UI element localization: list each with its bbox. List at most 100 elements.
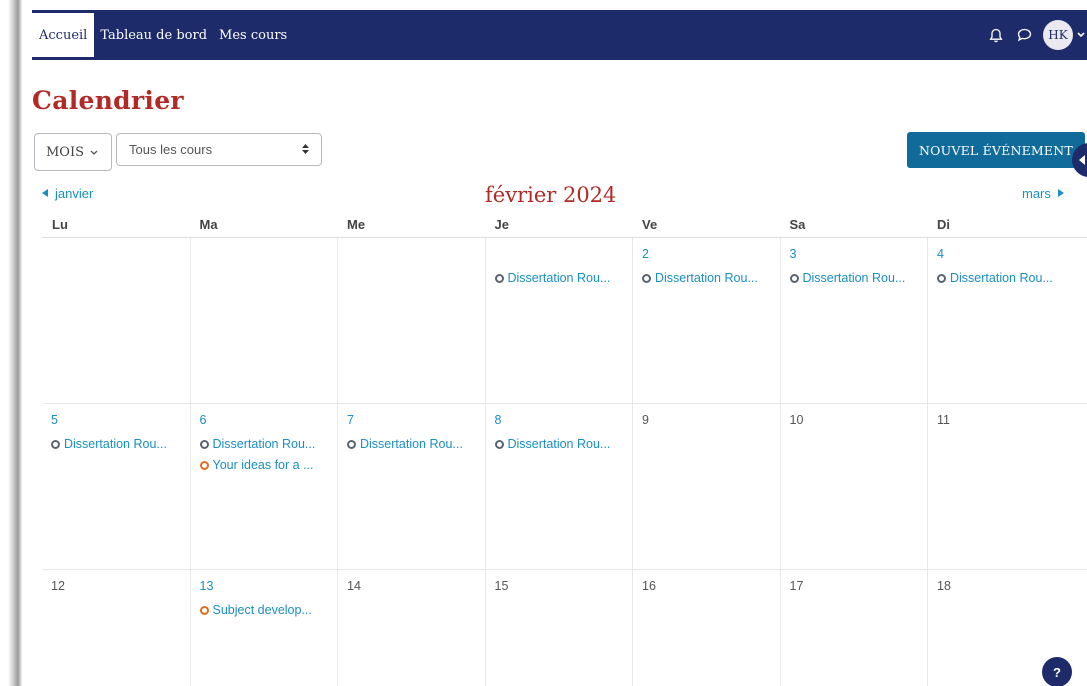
calendar-day[interactable] — [42, 238, 190, 403]
event-dot-icon — [789, 273, 799, 283]
day-number: 11 — [937, 413, 950, 427]
event-label: Subject develop... — [212, 603, 312, 617]
day-number[interactable]: 2 — [642, 247, 772, 264]
new-event-button[interactable]: NOUVEL ÉVÉNEMENT — [907, 132, 1085, 168]
weekday-label: Ma — [199, 217, 218, 232]
chevron-down-icon — [90, 145, 98, 160]
calendar-day[interactable]: 4 Dissertation Rou... — [927, 238, 1075, 403]
chevron-down-icon[interactable] — [1077, 30, 1085, 41]
event-label: Dissertation Rou... — [507, 271, 611, 285]
calendar-day[interactable]: Dissertation Rou... — [484, 238, 633, 403]
month-calendar: Lu Ma Me Je Ve Sa Di Dissertation Rou...… — [42, 211, 1087, 686]
day-number — [200, 247, 330, 264]
navbar-actions: HK — [987, 20, 1087, 50]
month-title: février 2024 — [485, 183, 617, 207]
calendar-day[interactable]: 6 Dissertation Rou... Your ideas for a ... — [189, 404, 338, 569]
next-month-link[interactable]: mars — [1022, 186, 1064, 201]
calendar-day[interactable] — [189, 238, 338, 403]
calendar-event[interactable]: Dissertation Rou... — [199, 437, 330, 451]
bell-icon[interactable] — [987, 26, 1005, 44]
calendar-week: 5 Dissertation Rou... 6 Dissertation Rou...… — [42, 404, 1087, 570]
prev-month-label: janvier — [55, 186, 94, 201]
day-number: 14 — [347, 579, 361, 593]
calendar-event[interactable]: Subject develop... — [199, 603, 330, 617]
triangle-left-icon — [42, 188, 48, 199]
calendar-week: 12 13 Subject develop... 14 15 16 17 18 — [42, 570, 1087, 686]
calendar-day[interactable]: 9 — [632, 404, 780, 569]
calendar-day[interactable]: 13 Subject develop... — [189, 570, 338, 686]
event-dot-icon — [494, 439, 504, 449]
calendar-day[interactable]: 16 — [632, 570, 780, 686]
window-edge — [0, 0, 22, 686]
day-number[interactable]: 7 — [347, 413, 477, 430]
navbar: Accueil Tableau de bord Mes cours HK — [32, 10, 1087, 60]
event-dot-icon — [494, 273, 504, 283]
day-number[interactable] — [495, 247, 625, 264]
nav-link-accueil[interactable]: Accueil — [32, 13, 95, 57]
calendar-event[interactable]: Dissertation Rou... — [937, 271, 1067, 285]
day-number[interactable]: 8 — [495, 413, 625, 430]
day-number: 15 — [494, 579, 509, 593]
calendar-event[interactable]: Dissertation Rou... — [494, 437, 625, 451]
user-avatar[interactable]: HK — [1043, 20, 1073, 50]
event-label: Your ideas for a ... — [212, 458, 314, 472]
triangle-right-icon — [1057, 188, 1064, 199]
day-number[interactable]: 3 — [790, 247, 920, 264]
day-number[interactable]: 4 — [937, 247, 1067, 264]
weekday-header: Lu Ma Me Je Ve Sa Di — [42, 211, 1087, 238]
calendar-day[interactable]: 2 Dissertation Rou... — [632, 238, 780, 403]
view-select[interactable]: MOIS — [34, 133, 112, 171]
course-select[interactable]: Tous les cours — [116, 133, 322, 166]
calendar-day[interactable]: 7 Dissertation Rou... — [337, 404, 485, 569]
calendar-event[interactable]: Dissertation Rou... — [51, 437, 182, 451]
weekday-label: Ve — [642, 217, 658, 232]
event-label: Dissertation Rou... — [950, 271, 1053, 285]
day-number[interactable]: 5 — [51, 413, 182, 430]
top-margin — [22, 0, 1087, 10]
day-number: 10 — [789, 413, 804, 427]
day-number[interactable]: 13 — [200, 579, 330, 596]
weekday-label: Di — [937, 217, 950, 232]
day-number — [347, 247, 477, 264]
weekday-label: Je — [494, 217, 509, 232]
day-number[interactable]: 6 — [200, 413, 330, 430]
weekday-label: Me — [347, 217, 366, 232]
event-label: Dissertation Rou... — [507, 437, 611, 451]
day-number: 17 — [789, 579, 804, 593]
calendar-day[interactable]: 10 — [779, 404, 928, 569]
event-dot-icon — [199, 439, 209, 449]
calendar-day[interactable]: 5 Dissertation Rou... — [42, 404, 190, 569]
event-dot-icon — [51, 439, 60, 449]
calendar-event[interactable]: Dissertation Rou... — [494, 271, 625, 285]
event-dot-icon — [347, 439, 356, 449]
weekday-label: Sa — [789, 217, 806, 232]
calendar-event[interactable]: Your ideas for a ... — [199, 458, 330, 472]
calendar-day[interactable]: 12 — [42, 570, 190, 686]
event-dot-icon — [642, 273, 651, 283]
page-title: Calendrier — [32, 86, 184, 115]
help-button[interactable]: ? — [1042, 657, 1072, 686]
day-number — [51, 247, 182, 264]
nav-link-mes-cours[interactable]: Mes cours — [213, 10, 293, 60]
calendar-day[interactable]: 8 Dissertation Rou... — [484, 404, 633, 569]
event-dot-icon — [199, 460, 209, 470]
calendar-weeks: Dissertation Rou... 2 Dissertation Rou... 3… — [42, 238, 1087, 686]
calendar-day[interactable]: 15 — [484, 570, 633, 686]
prev-month-link[interactable]: janvier — [42, 186, 93, 201]
calendar-day[interactable]: 3 Dissertation Rou... — [779, 238, 928, 403]
calendar-day[interactable]: 14 — [337, 570, 485, 686]
calendar-day[interactable]: 11 — [927, 404, 1075, 569]
course-select-value: Tous les cours — [129, 142, 213, 157]
calendar-event[interactable]: Dissertation Rou... — [347, 437, 477, 451]
calendar-week: Dissertation Rou... 2 Dissertation Rou... 3… — [42, 238, 1087, 404]
calendar-day[interactable] — [337, 238, 485, 403]
nav-link-tableau-de-bord[interactable]: Tableau de bord — [94, 10, 213, 60]
calendar-event[interactable]: Dissertation Rou... — [642, 271, 772, 285]
calendar-event[interactable]: Dissertation Rou... — [789, 271, 920, 285]
calendar-day[interactable]: 17 — [779, 570, 928, 686]
event-label: Dissertation Rou... — [655, 271, 758, 285]
event-dot-icon — [199, 605, 209, 615]
next-month-label: mars — [1022, 186, 1051, 201]
day-number: 16 — [642, 579, 656, 593]
message-icon[interactable] — [1015, 26, 1033, 44]
